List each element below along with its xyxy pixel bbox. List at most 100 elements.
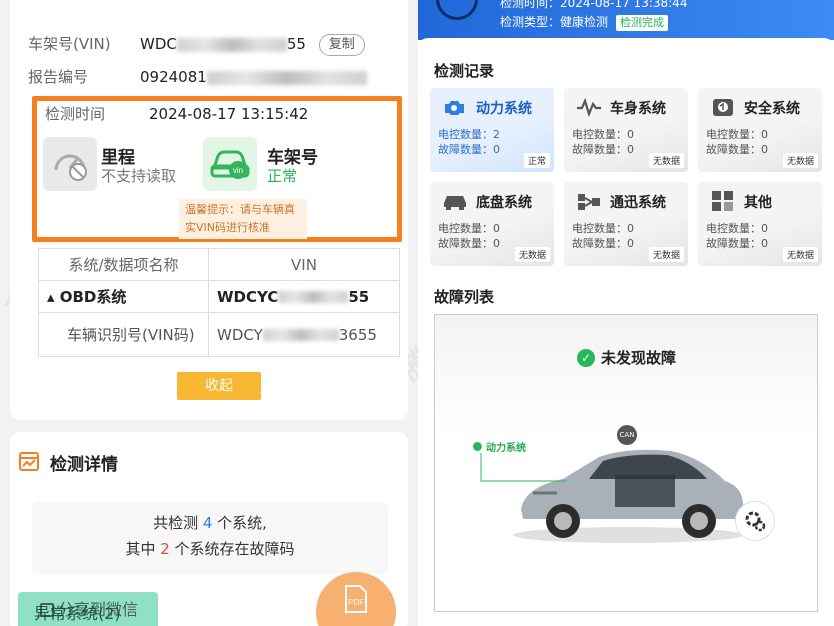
records-title: 检测记录 <box>434 62 495 80</box>
obd-value: WDCYC 55 <box>208 280 400 313</box>
powertrain-marker: 动力系统 <box>473 439 526 454</box>
status-badge: 检测完成 <box>616 15 669 31</box>
copy-button[interactable]: 复制 <box>318 33 365 56</box>
system-card-powertrain[interactable]: 动力系统 电控数量：2 故障数量：0 正常 <box>430 88 554 172</box>
system-status: 正常 <box>523 153 550 168</box>
table-row: 车辆识别号(VIN码) WDCY 3655 <box>38 312 400 357</box>
device-logo-icon <box>436 0 478 20</box>
no-fault-message: ✓ 未发现故障 <box>577 347 676 368</box>
header-type: 检测类型：健康检测 <box>500 15 609 29</box>
summary-line-1: 共检测 4 个系统, <box>32 510 388 536</box>
system-card-chassis[interactable]: 底盘系统 电控数量：0 故障数量：0 无数据 <box>430 182 554 266</box>
network-icon <box>578 194 600 210</box>
system-fault-count: 故障数量：0 <box>438 237 500 250</box>
system-status: 无数据 <box>514 247 550 262</box>
vin-suffix: 55 <box>286 35 306 53</box>
grid-icon <box>712 191 733 211</box>
collapse-button[interactable]: 收起 <box>177 372 261 400</box>
time-value: 2024-08-17 13:15:42 <box>149 105 309 123</box>
col-header-vin: VIN <box>208 248 400 281</box>
table-row-obd[interactable]: ▴ OBD系统 WDCYC 55 <box>38 280 400 313</box>
header-type-row: 检测类型：健康检测 检测完成 <box>500 13 669 31</box>
vin-tile-status: 正常 <box>267 167 298 185</box>
report-label: 报告编号 <box>28 68 89 86</box>
obd-blur <box>278 291 349 303</box>
system-name: 通迅系统 <box>610 195 666 211</box>
summary-text: 个系统存在故障码 <box>169 540 295 558</box>
system-fault-count: 故障数量：0 <box>438 143 500 156</box>
obd-value-suffix: 55 <box>348 287 370 306</box>
results-header: 检测时间：2024-08-17 13:38:44 检测类型：健康检测 检测完成 <box>418 0 834 40</box>
vin-table: 系统/数据项名称 VIN ▴ OBD系统 WDCYC 55 车辆识别号(VIN码)… <box>38 248 400 357</box>
report-value: 0924081 <box>140 68 367 86</box>
app-root: 金奔腾科技 金奔腾科技 金奔腾科技 金奔腾科技 车架号(VIN)WDC55 复制… <box>0 0 834 626</box>
obd-name[interactable]: ▴ OBD系统 <box>38 280 209 313</box>
report-prefix: 0924081 <box>140 68 207 86</box>
gauge-icon <box>43 137 97 191</box>
chassis-icon <box>444 196 466 210</box>
vin-label: 车架号(VIN) <box>28 35 111 53</box>
header-time: 检测时间：2024-08-17 13:38:44 <box>500 0 688 10</box>
time-row: 检测时间 2024-08-17 13:15:42 <box>45 103 308 124</box>
share-icon <box>40 603 54 617</box>
system-name: 安全系统 <box>744 101 800 117</box>
report-row: 报告编号 0924081 <box>28 66 367 87</box>
no-fault-text: 未发现故障 <box>601 349 677 367</box>
system-card-communication[interactable]: 通迅系统 电控数量：0 故障数量：0 无数据 <box>564 182 688 266</box>
results-body: 检测记录 动力系统 电控数量：2 故障数量：0 正常 车身系统 电控数量：0 故… <box>418 38 834 626</box>
system-name: 动力系统 <box>476 101 532 117</box>
system-ecu-count: 电控数量：0 <box>706 222 768 235</box>
results-panel: 检测时间：2024-08-17 13:38:44 检测类型：健康检测 检测完成 检… <box>418 0 834 626</box>
system-fault-count: 故障数量：0 <box>572 237 634 250</box>
vin-row: 车架号(VIN) WDC 55 复制 <box>28 33 365 56</box>
item-name: 车辆识别号(VIN码) <box>38 312 209 357</box>
system-card-other[interactable]: 其他 电控数量：0 故障数量：0 无数据 <box>698 182 822 266</box>
system-status: 无数据 <box>782 247 818 262</box>
powertrain-text: 动力系统 <box>486 443 526 454</box>
tip-line-1: 温馨提示：请与车辆真 <box>185 203 295 216</box>
col-header-name: 系统/数据项名称 <box>38 248 209 281</box>
share-label[interactable]: 分享到微信 <box>40 596 138 620</box>
system-name: 其他 <box>744 195 772 211</box>
vin-tip: 温馨提示：请与车辆真 实VIN码进行核准 <box>179 199 307 239</box>
settings-gear-icon[interactable] <box>735 501 775 541</box>
vin-car-icon: vin <box>203 137 257 191</box>
system-name: 底盘系统 <box>476 195 532 211</box>
system-fault-count: 故障数量：0 <box>706 237 768 250</box>
pdf-icon-text: PDF <box>348 598 364 607</box>
share-text: 分享到微信 <box>58 600 139 619</box>
time-label: 检测时间 <box>45 105 106 123</box>
seatbelt-icon <box>713 99 733 116</box>
report-icon <box>18 450 40 476</box>
system-ecu-count: 电控数量：2 <box>438 128 500 141</box>
system-fault-count: 故障数量：0 <box>572 143 634 156</box>
pdf-icon: PDF <box>345 585 367 613</box>
system-status: 无数据 <box>782 153 818 168</box>
vin-prefix: WDC <box>140 35 177 53</box>
system-ecu-count: 电控数量：0 <box>438 222 500 235</box>
system-card-body[interactable]: 车身系统 电控数量：0 故障数量：0 无数据 <box>564 88 688 172</box>
system-status: 无数据 <box>648 247 684 262</box>
item-blur <box>262 329 339 341</box>
system-name: 车身系统 <box>610 101 666 117</box>
engine-icon <box>445 101 464 115</box>
system-ecu-count: 电控数量：0 <box>572 222 634 235</box>
system-ecu-count: 电控数量：0 <box>706 128 768 141</box>
system-ecu-count: 电控数量：0 <box>572 128 634 141</box>
status-dot-icon <box>473 442 482 451</box>
report-blur <box>206 70 367 85</box>
details-title: 检测详情 <box>50 455 118 475</box>
system-card-safety[interactable]: 安全系统 电控数量：0 故障数量：0 无数据 <box>698 88 822 172</box>
check-icon: ✓ <box>577 348 595 367</box>
system-count: 4 <box>202 514 213 532</box>
fault-list-panel: ✓ 未发现故障 CAN 动力系统 <box>434 314 818 612</box>
fault-system-count: 2 <box>160 540 170 558</box>
vehicle-info-card: 车架号(VIN) WDC 55 复制 报告编号 0924081 检测时间 2024-08… <box>10 0 408 420</box>
obd-value-prefix: WDCYC <box>217 287 279 306</box>
fault-list-title: 故障列表 <box>434 288 495 306</box>
highlight-box: 检测时间 2024-08-17 13:15:42 里程 不支持读取 vin 车架… <box>32 96 402 242</box>
item-value-prefix: WDCY <box>217 325 263 344</box>
item-value-suffix: 3655 <box>338 325 377 344</box>
tip-line-2: 实VIN码进行核准 <box>185 221 270 234</box>
vin-icon-text: vin <box>233 166 243 175</box>
